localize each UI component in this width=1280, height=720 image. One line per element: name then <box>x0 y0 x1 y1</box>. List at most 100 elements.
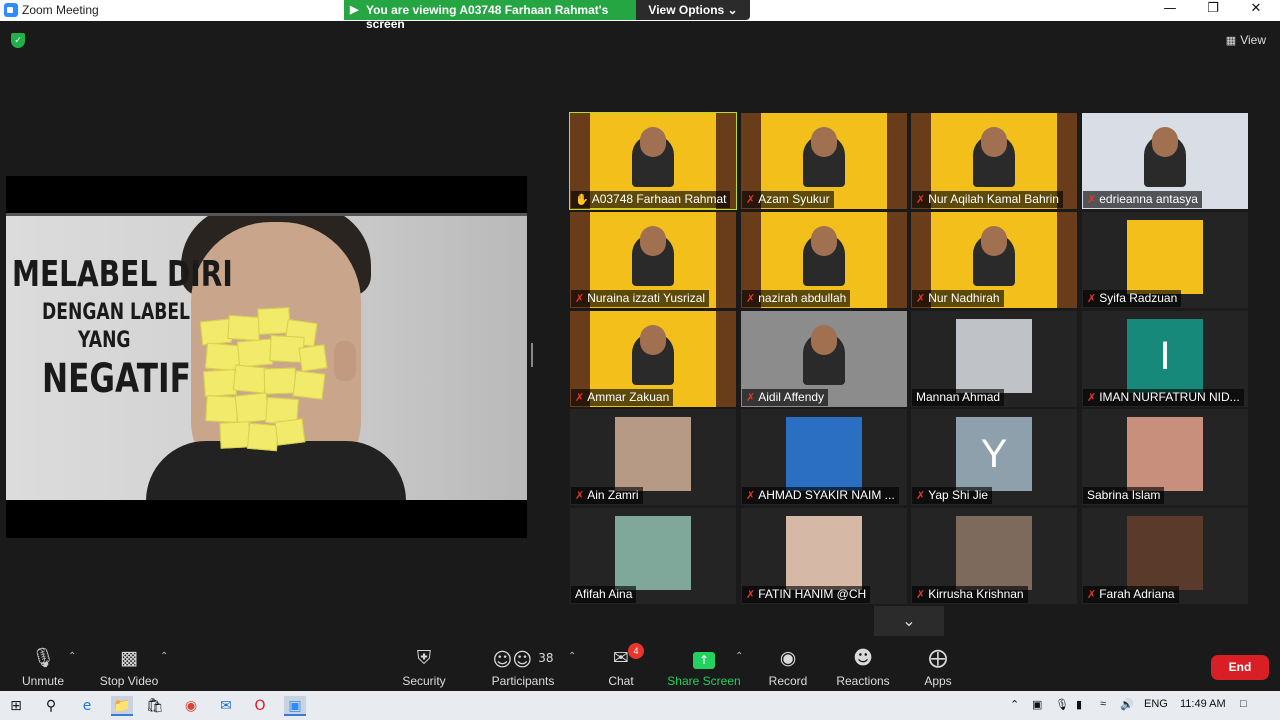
record-button[interactable]: ◉ Record <box>745 645 831 688</box>
sticky-note <box>203 368 237 398</box>
participant-tile[interactable]: ✋ A03748 Farhaan Rahmat <box>569 112 737 210</box>
participant-head <box>811 226 837 256</box>
curtain-right <box>716 212 736 308</box>
participant-tile[interactable]: Mannan Ahmad <box>911 311 1077 407</box>
chrome-icon[interactable]: ◉ <box>181 696 201 716</box>
notification-icon[interactable]: □ <box>1240 698 1247 710</box>
participant-tile[interactable]: ✗ nazirah abdullah <box>741 212 907 308</box>
participant-name-label: Sabrina Islam <box>1083 487 1165 504</box>
mic-muted-icon: ✗ <box>746 391 756 404</box>
share-screen-label: Share Screen <box>667 674 741 688</box>
shield-icon: ⛨ <box>416 647 432 669</box>
opera-icon[interactable]: O <box>250 696 270 716</box>
profile-picture <box>1127 516 1203 590</box>
participant-name-label: ✗ Nuraina izzati Yusrizal <box>571 290 710 307</box>
participant-tile[interactable]: I ✗ IMAN NURFATRUN NID... <box>1082 311 1248 407</box>
apps-icon: ⨁ <box>928 647 948 669</box>
participant-tile[interactable]: ✗ Nur Nadhirah <box>911 212 1077 308</box>
participant-name: Yap Shi Jie <box>928 488 989 502</box>
smiley-plus-icon: ☻ <box>853 647 873 669</box>
participant-tile[interactable]: ✗ AHMAD SYAKIR NAIM ... <box>741 409 907 505</box>
view-button[interactable]: ▦ View <box>1226 33 1266 47</box>
participant-tile[interactable]: Sabrina Islam <box>1082 409 1248 505</box>
viewing-screen-banner: ▶ You are viewing A03748 Farhaan Rahmat'… <box>344 0 636 31</box>
security-button[interactable]: ⛨ Security <box>381 645 467 688</box>
participant-name-label: ✗ Nur Nadhirah <box>912 290 1004 307</box>
chat-bubble-icon: ✉ <box>613 647 629 669</box>
mic-muted-icon: ✗ <box>746 292 756 305</box>
participant-tile[interactable]: ✗ Nur Aqilah Kamal Bahrin <box>911 113 1077 209</box>
participant-tile[interactable]: Afifah Aina <box>570 508 736 604</box>
participant-name-label: ✗ Ain Zamri <box>571 487 643 504</box>
sticky-note <box>205 395 239 423</box>
view-options-button[interactable]: View Options ⌄ <box>636 0 750 20</box>
participant-tile[interactable]: Y ✗ Yap Shi Jie <box>911 409 1077 505</box>
participant-name-label: ✗ Azam Syukur <box>742 191 834 208</box>
participant-tile[interactable]: ✗ Kirrusha Krishnan <box>911 508 1077 604</box>
video-options-caret[interactable]: ⌃ <box>160 651 168 662</box>
end-meeting-button[interactable]: End <box>1211 655 1269 680</box>
participant-head <box>981 127 1007 157</box>
participant-tile[interactable]: ✗ Syifa Radzuan <box>1082 212 1248 308</box>
edge-browser-icon[interactable]: e <box>77 696 97 716</box>
chat-label: Chat <box>608 674 634 688</box>
reactions-label: Reactions <box>836 674 890 688</box>
participant-tile[interactable]: ✗ Ammar Zakuan <box>570 311 736 407</box>
participant-tile[interactable]: ✗ Azam Syukur <box>741 113 907 209</box>
participant-name-label: ✗ edrieanna antasya <box>1083 191 1202 208</box>
meeting-toolbar: 🎙 Unmute ⌃ ▩ Stop Video ⌃ ⛨ Security ☺☺ … <box>0 641 1280 691</box>
participant-tile[interactable]: ✗ Aidil Affendy <box>741 311 907 407</box>
zoom-taskbar-icon[interactable]: ▣ <box>284 696 306 716</box>
chat-button[interactable]: ✉ 4 Chat <box>578 643 664 688</box>
participants-button[interactable]: ☺☺ 38 Participants <box>480 645 566 688</box>
speaker-icon: ▶ <box>350 4 359 16</box>
maximize-button[interactable]: ❐ <box>1199 1 1227 19</box>
wifi-icon[interactable]: ≈ <box>1100 698 1106 710</box>
volume-icon[interactable]: 🔊 <box>1120 698 1134 711</box>
search-icon[interactable]: ⚲ <box>41 696 61 716</box>
participant-name: Mannan Ahmad <box>916 390 1001 404</box>
participants-options-caret[interactable]: ⌃ <box>568 651 576 662</box>
participant-name-label: Afifah Aina <box>571 586 637 603</box>
store-icon[interactable]: 🛍 <box>145 696 165 716</box>
profile-picture <box>1127 220 1203 294</box>
sticky-note <box>263 367 297 395</box>
security-label: Security <box>402 674 446 688</box>
participant-tile[interactable]: ✗ edrieanna antasya <box>1082 113 1248 209</box>
minimize-button[interactable]: — <box>1156 1 1184 19</box>
participant-name-label: ✋ A03748 Farhaan Rahmat <box>571 191 731 208</box>
profile-picture <box>956 516 1032 590</box>
sticky-note <box>219 421 251 449</box>
audio-options-caret[interactable]: ⌃ <box>68 651 76 662</box>
participant-head <box>981 226 1007 256</box>
windows-start-icon[interactable]: ⊞ <box>6 696 26 716</box>
battery-icon[interactable]: ▮ <box>1076 698 1082 711</box>
profile-picture <box>1127 417 1203 491</box>
share-options-caret[interactable]: ⌃ <box>735 651 743 662</box>
participant-tile[interactable]: ✗ Nuraina izzati Yusrizal <box>570 212 736 308</box>
avatar-initial: Y <box>956 417 1032 491</box>
participant-tile[interactable]: ✗ FATIN HANIM @CH <box>741 508 907 604</box>
panel-resize-handle[interactable] <box>531 343 533 367</box>
clock[interactable]: 11:49 AM <box>1180 698 1226 710</box>
mic-muted-icon: ✗ <box>746 193 756 206</box>
security-shield-icon[interactable]: ✓ <box>11 33 25 48</box>
participant-name-label: ✗ AHMAD SYAKIR NAIM ... <box>742 487 899 504</box>
gallery-next-page-button[interactable]: ⌄ <box>874 606 944 636</box>
file-explorer-icon[interactable]: 📁 <box>111 696 133 716</box>
participant-tile[interactable]: ✗ Farah Adriana <box>1082 508 1248 604</box>
participants-label: Participants <box>491 674 555 688</box>
apps-button[interactable]: ⨁ Apps <box>895 645 981 688</box>
tray-expand-icon[interactable]: ⌃ <box>1010 698 1019 711</box>
participant-tile[interactable]: ✗ Ain Zamri <box>570 409 736 505</box>
language-indicator[interactable]: ENG <box>1144 698 1168 710</box>
mic-muted-icon: ✗ <box>575 292 585 305</box>
close-button[interactable]: ✕ <box>1242 1 1270 19</box>
participant-name: AHMAD SYAKIR NAIM ... <box>758 488 895 502</box>
windows-taskbar: ⊞ ⚲ e 📁 🛍 ◉ ✉ O ▣ ⌃ ▣ 🎙 ▮ ≈ 🔊 ENG 11:49 … <box>0 691 1280 720</box>
reactions-button[interactable]: ☻ Reactions <box>820 645 906 688</box>
sticky-note <box>274 418 306 446</box>
mail-icon[interactable]: ✉ <box>216 696 236 716</box>
microphone-icon[interactable]: 🎙 <box>1055 698 1069 711</box>
network-device-icon[interactable]: ▣ <box>1032 698 1042 711</box>
